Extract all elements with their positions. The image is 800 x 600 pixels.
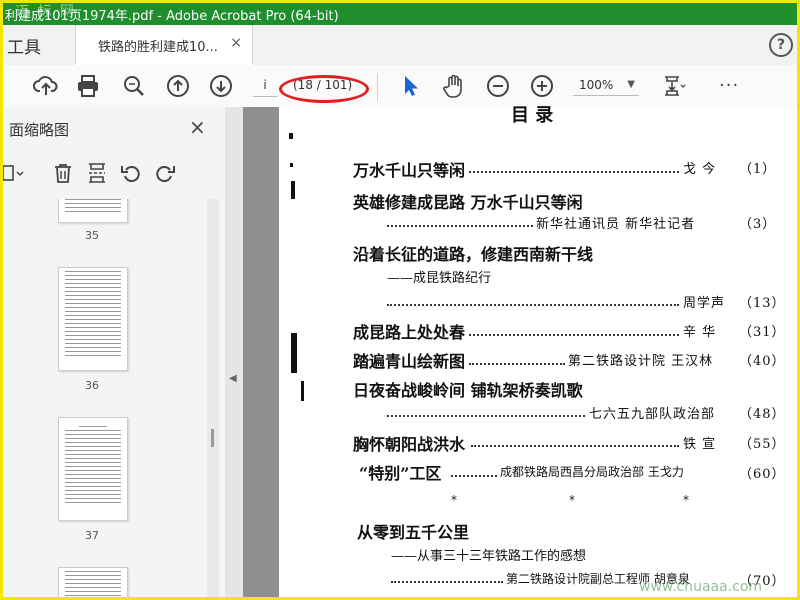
separator-star: * [451,493,457,507]
scan-speck [289,133,293,139]
thumbnail-page-number: 36 [85,379,99,392]
page-up-icon[interactable] [165,73,191,99]
toc-entry-author: 周学声 [683,296,726,311]
close-panel-icon[interactable]: × [189,115,206,139]
page-down-icon[interactable] [208,73,234,99]
leader-dots [391,581,503,583]
toc-entry-title: 万水千山只等闲 [353,161,466,180]
tab-tools[interactable]: 工具 [7,33,41,58]
rotate-left-icon[interactable] [119,161,143,185]
page-thumbnail[interactable] [58,267,128,371]
red-annotation-ellipse [279,75,369,103]
toc-entry-title: 英雄修建成昆路 万水千山只等闲 [353,193,583,212]
more-options-icon[interactable]: ··· [719,75,739,96]
close-tab-icon[interactable]: × [230,35,242,51]
toc-entry-page: （55） [739,437,786,452]
panel-toolbar [3,155,225,191]
toc-entry-author: 成都铁路局西昌分局政治部 王戈力 [500,465,684,479]
leader-dots [469,334,679,336]
toc-entry-author: 七六五九部队政治部 [589,407,716,422]
select-arrow-icon[interactable] [397,73,423,99]
help-icon[interactable]: ? [769,33,793,57]
chevron-down-icon: ▼ [627,79,635,90]
leader-dots [471,445,679,447]
page-thumbnail[interactable] [58,567,128,597]
page-thumbnails-panel: 面缩略图 × 35 36 37 [3,107,226,597]
thumbnail-options-icon[interactable] [3,161,27,185]
zoom-search-icon[interactable] [121,73,147,99]
page-number-input[interactable]: i [253,74,277,97]
scan-speck [291,181,295,199]
toc-entry-author: 戈 今 [683,162,717,177]
page-scan-edge [243,107,279,597]
page-thumbnail[interactable] [58,417,128,521]
thumbnail-page-number: 35 [85,229,99,242]
toc-entry-title: 踏遍青山绘新图 [353,352,466,371]
scan-speck [290,163,293,167]
thumbnail-list: 35 36 37 [3,199,207,597]
fit-page-icon[interactable] [661,73,687,99]
toc-entry-title: 胸怀朝阳战洪水 [353,435,466,454]
thumbnail-page-number: 37 [85,529,99,542]
delete-icon[interactable] [51,161,75,185]
tab-bar: 工具 铁路的胜利建成10... × ? [3,25,797,66]
toolbar-divider [377,73,378,101]
tab-document-label: 铁路的胜利建成10... [98,40,218,55]
toc-entry-page: （3） [739,217,777,232]
insert-page-icon[interactable] [85,161,109,185]
toc-entry-page: （40） [739,354,786,369]
zoom-out-icon[interactable] [485,73,511,99]
toc-entry-title: 沿着长征的道路，修建西南新干线 [353,245,594,264]
leader-dots [387,415,585,417]
hand-icon[interactable] [441,73,467,99]
watermark: www.chuaaa.com [639,579,763,595]
toc-entry-title: 成昆路上处处春 [353,323,466,342]
page-thumbnail[interactable] [58,199,128,223]
toc-entry-page: （60） [739,467,786,482]
separator-star: * [683,493,689,507]
zoom-value: 100% [579,78,614,92]
toc-entry-page: （1） [739,162,777,177]
zoom-in-icon[interactable] [529,73,555,99]
toc-entry-title: 日夜奋战峻岭间 铺轨架桥奏凯歌 [353,381,583,400]
leader-dots [451,475,497,477]
toc-entry-page: （48） [739,407,786,422]
toc-entry-author: 辛 华 [683,325,717,340]
collapse-panel-icon[interactable]: ◀ [229,373,237,384]
app-window: 利建成101页1974年.pdf - Adobe Acrobat Pro (64… [0,0,800,600]
scan-speck [301,381,304,401]
toc-entry-page: （31） [739,325,786,340]
title-bar: 利建成101页1974年.pdf - Adobe Acrobat Pro (64… [3,3,797,25]
toc-entry-subtitle: ——从事三十三年铁路工作的感想 [391,549,587,564]
watermark: 迈 标 网 [15,4,76,20]
toc-entry-page: （13） [739,296,786,311]
toc-entry-author: 新华社通讯员 新华社记者 [536,217,696,232]
panel-scrollbar[interactable] [207,199,219,597]
leader-dots [469,171,679,173]
toc-heading: 目 录 [511,105,554,126]
toc-entry-title: 从零到五千公里 [357,523,470,542]
panel-title: 面缩略图 [9,121,70,139]
toc-entry-title: “特别”工区 [359,464,442,483]
upload-icon[interactable] [33,73,59,99]
tab-document[interactable]: 铁路的胜利建成10... × [75,25,253,65]
toc-entry-subtitle: ——成昆铁路纪行 [387,271,492,286]
leader-dots [469,363,565,365]
scan-speck [291,333,297,373]
leader-dots [387,304,679,306]
separator-star: * [569,493,575,507]
rotate-right-icon[interactable] [153,161,177,185]
toc-entry-author: 铁 宣 [683,437,717,452]
toc-entry-author: 第二铁路设计院 王汉林 [568,354,714,369]
zoom-select[interactable]: 100% ▼ [573,74,639,96]
leader-dots [387,225,533,227]
print-icon[interactable] [75,73,101,99]
toolbar: i (18 / 101) 100% ▼ ··· [3,65,797,108]
